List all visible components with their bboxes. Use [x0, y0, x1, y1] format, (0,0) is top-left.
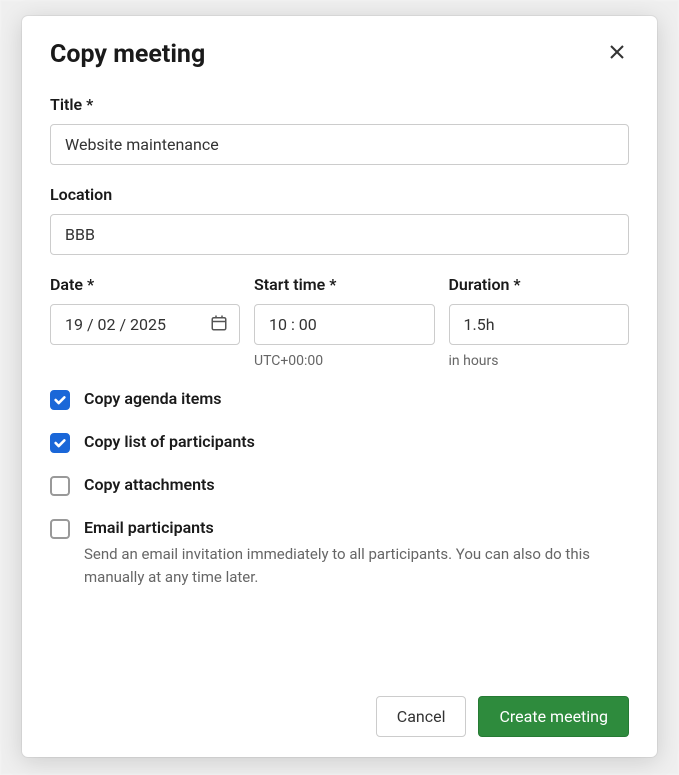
duration-field-group: Duration * in hours: [449, 275, 630, 369]
create-meeting-button[interactable]: Create meeting: [478, 696, 629, 737]
modal-header: Copy meeting: [50, 40, 629, 69]
email-participants-checkbox[interactable]: [50, 519, 70, 539]
copy-agenda-label-wrap: Copy agenda items: [84, 389, 629, 408]
close-button[interactable]: [605, 40, 629, 67]
email-participants-label-wrap: Email participants Send an email invitat…: [84, 518, 629, 588]
start-time-hint: UTC+00:00: [254, 353, 435, 369]
cancel-button[interactable]: Cancel: [376, 696, 467, 737]
copy-meeting-modal: Copy meeting Title * Location Date *: [22, 16, 657, 757]
copy-agenda-group: Copy agenda items: [50, 389, 629, 410]
date-input[interactable]: [50, 304, 240, 345]
copy-participants-checkbox[interactable]: [50, 433, 70, 453]
start-time-input[interactable]: [254, 304, 435, 345]
email-participants-label[interactable]: Email participants: [84, 518, 214, 537]
email-participants-group: Email participants Send an email invitat…: [50, 518, 629, 588]
title-label: Title *: [50, 95, 629, 114]
datetime-row: Date * Start time * UTC+00:00 Duration *: [50, 275, 629, 369]
duration-input[interactable]: [449, 304, 630, 345]
duration-hint: in hours: [449, 353, 630, 369]
title-field-group: Title *: [50, 95, 629, 165]
email-participants-desc: Send an email invitation immediately to …: [84, 543, 629, 588]
start-time-label: Start time *: [254, 275, 435, 294]
date-input-wrapper: [50, 304, 240, 345]
copy-agenda-checkbox[interactable]: [50, 390, 70, 410]
title-input[interactable]: [50, 124, 629, 165]
copy-participants-label[interactable]: Copy list of participants: [84, 432, 255, 451]
copy-attachments-label[interactable]: Copy attachments: [84, 475, 215, 494]
copy-agenda-label[interactable]: Copy agenda items: [84, 389, 221, 408]
date-field-group: Date *: [50, 275, 240, 369]
location-label: Location: [50, 185, 629, 204]
copy-participants-group: Copy list of participants: [50, 432, 629, 453]
copy-attachments-checkbox[interactable]: [50, 476, 70, 496]
date-label: Date *: [50, 275, 240, 294]
duration-label: Duration *: [449, 275, 630, 294]
modal-title: Copy meeting: [50, 40, 205, 69]
copy-attachments-group: Copy attachments: [50, 475, 629, 496]
copy-participants-label-wrap: Copy list of participants: [84, 432, 629, 451]
close-icon: [609, 44, 625, 63]
copy-attachments-label-wrap: Copy attachments: [84, 475, 629, 494]
modal-footer: Cancel Create meeting: [50, 686, 629, 737]
location-field-group: Location: [50, 185, 629, 255]
location-input[interactable]: [50, 214, 629, 255]
start-time-field-group: Start time * UTC+00:00: [254, 275, 435, 369]
